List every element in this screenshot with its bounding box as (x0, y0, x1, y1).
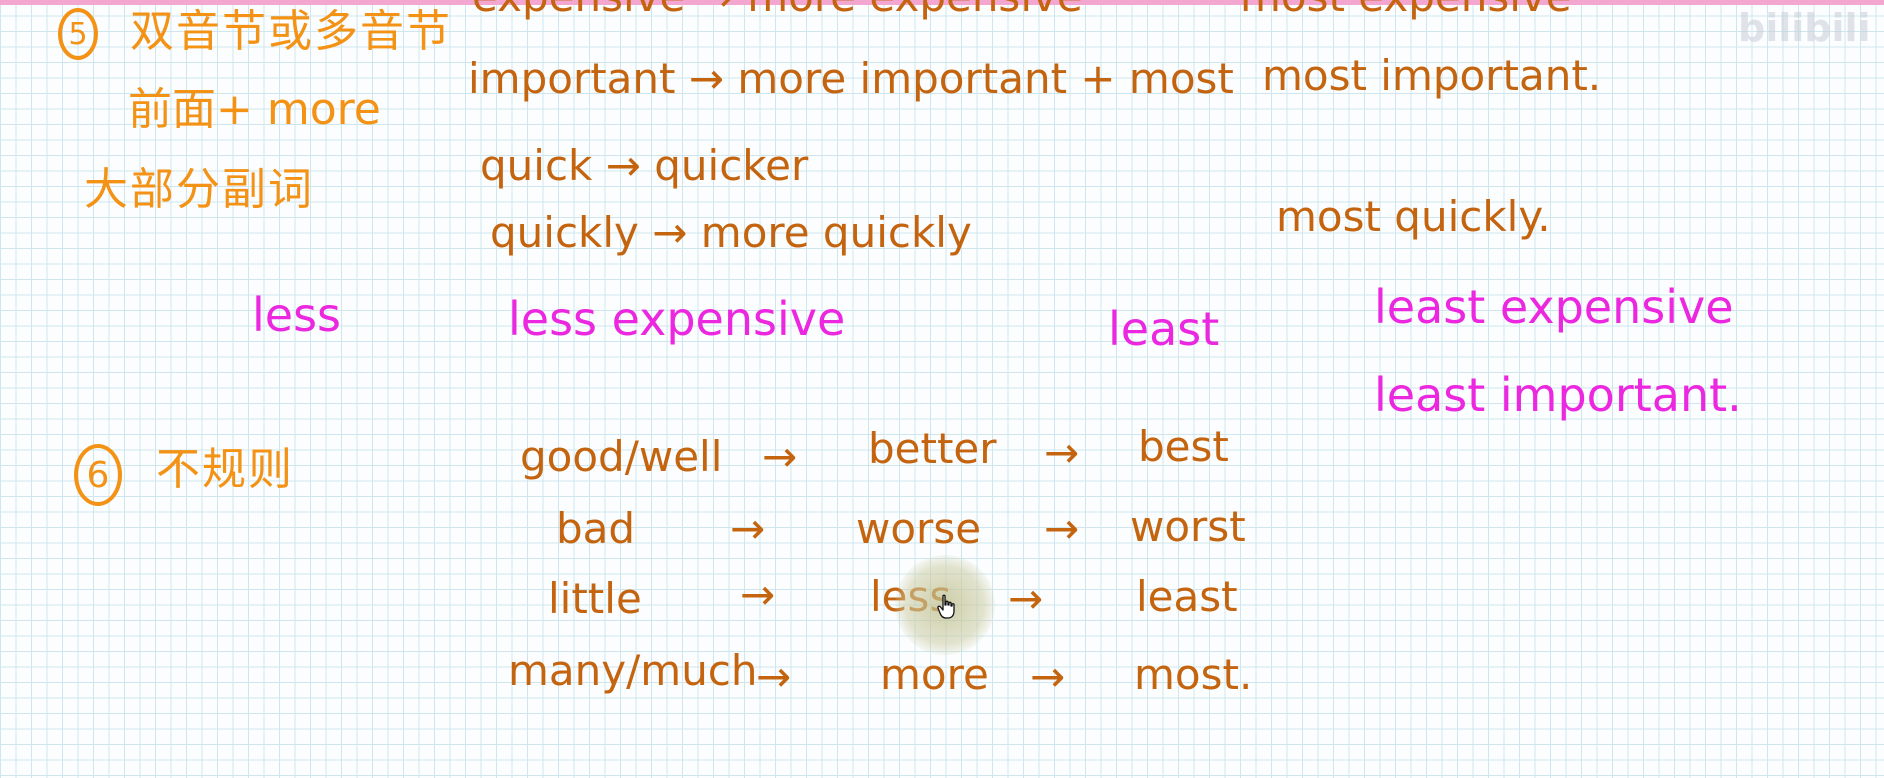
irregular-row2-arrow1: → (730, 504, 766, 553)
irregular-row2-superlative: worst (1130, 502, 1246, 551)
section-5-line-1: 双音节或多音节 (130, 6, 452, 57)
note-line-most-quickly: most quickly. (1276, 192, 1551, 241)
irregular-row2-base: bad (556, 504, 636, 553)
irregular-row2-arrow2: → (1044, 504, 1080, 553)
irregular-row4-arrow2: → (1030, 652, 1066, 701)
note-least-expensive: least expensive (1374, 280, 1734, 334)
irregular-row1-superlative: best (1138, 422, 1229, 471)
section-5-line-3: 大部分副词 (84, 164, 314, 215)
note-line-important: important → more important + most (468, 54, 1234, 103)
note-line-most-important: most important. (1262, 51, 1602, 100)
section-5-line-2: 前面+ more (128, 84, 381, 135)
irregular-row1-base: good/well (520, 432, 723, 481)
irregular-row1-comparative: better (868, 424, 997, 473)
irregular-row4-arrow1: → (756, 652, 792, 701)
note-less: less (252, 288, 342, 342)
irregular-row4-comparative: more (880, 650, 989, 699)
note-least-important: least important. (1374, 368, 1742, 422)
note-line-expensive-superlative: most expensive (1240, 0, 1572, 18)
note-least: least (1108, 302, 1220, 356)
irregular-row3-arrow2: → (1008, 574, 1044, 623)
irregular-row1-arrow1: → (762, 432, 798, 481)
section-5-number: 5 (58, 8, 98, 60)
note-line-expensive: expensive → more expensive (472, 0, 1083, 18)
note-line-quickly: quickly → more quickly (490, 208, 972, 257)
note-less-expensive: less expensive (508, 292, 846, 346)
irregular-row3-base: little (548, 574, 642, 623)
note-line-quick: quick → quicker (480, 141, 809, 190)
hand-pointer-icon (937, 594, 955, 619)
irregular-row4-base: many/much (508, 646, 758, 695)
section-6-number: 6 (74, 444, 122, 506)
bilibili-watermark: bilibili (1738, 6, 1871, 50)
irregular-row2-comparative: worse (856, 504, 982, 553)
irregular-row1-arrow2: → (1044, 428, 1080, 477)
section-6-title: 不规则 (156, 444, 294, 495)
irregular-row3-arrow1: → (740, 570, 776, 619)
irregular-row4-superlative: most. (1134, 650, 1253, 699)
irregular-row3-superlative: least (1136, 572, 1238, 621)
